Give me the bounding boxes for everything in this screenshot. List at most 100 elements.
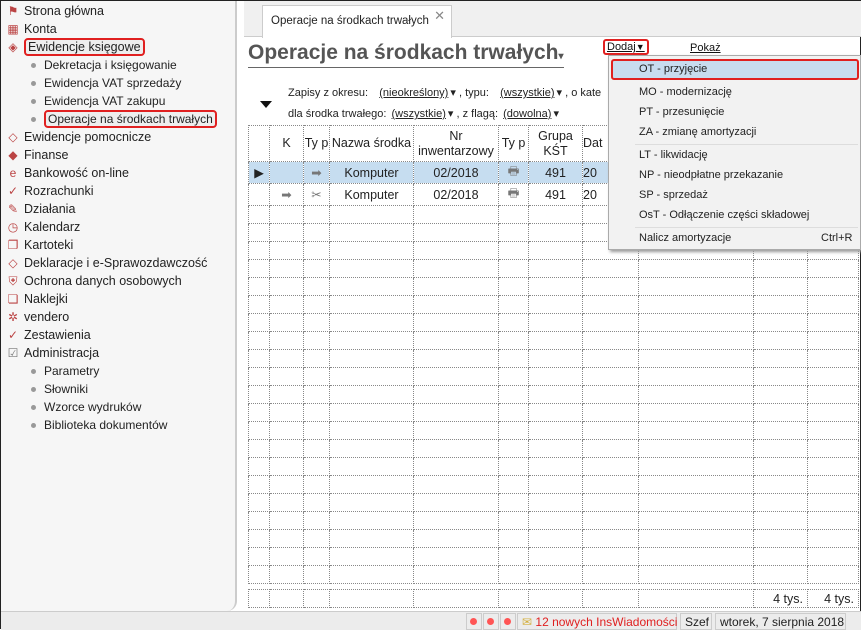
nav-label: Dekretacja i księgowanie [44,58,177,72]
chevron-down-icon: ▾ [556,87,563,99]
table-cell [413,457,499,476]
table-cell [638,349,754,368]
table-row[interactable] [248,259,859,278]
total-cell [329,589,414,608]
col-typ2[interactable]: Ty p [498,125,529,162]
table-row[interactable] [248,385,859,404]
table-row[interactable] [248,511,859,530]
nav-vat-zakupu[interactable]: Ewidencja VAT zakupu [31,92,165,110]
table-cell [528,439,583,458]
table-cell [807,529,859,548]
tab-operacje[interactable]: Operacje na środkach trwałych ✕ [262,5,452,38]
table-cell [582,493,639,512]
nav-kartoteki[interactable]: ❐ Kartoteki [5,236,74,254]
table-row[interactable] [248,439,859,458]
nav-bankowosc[interactable]: e Bankowość on-line [5,164,129,182]
table-cell [638,511,754,530]
chevron-down-icon: ▾ [447,108,454,120]
table-row[interactable] [248,547,859,566]
menu-item-za[interactable]: ZA - zmianę amortyzacji [639,126,756,138]
status-indicator[interactable] [500,613,516,630]
col-nr-inw[interactable]: Nr inwentarzowy [413,125,499,162]
nav-administracja[interactable]: ☑ Administracja [5,344,99,362]
table-row[interactable] [248,313,859,332]
nav-konta[interactable]: ▦ Konta [5,20,56,38]
table-row[interactable] [248,475,859,494]
show-button[interactable]: Pokaż [690,42,721,54]
menu-item-lt[interactable]: LT - likwidację [639,149,708,161]
nav-operacje-srodki-trwale[interactable]: Operacje na środkach trwałych [31,110,217,128]
col-nazwa[interactable]: Nazwa środka [329,125,414,162]
nav-dzialania[interactable]: ✎ Działania [5,200,75,218]
col-k[interactable]: K [269,125,304,162]
nav-wzorce-wydrukow[interactable]: Wzorce wydruków [31,398,141,416]
menu-item-nalicz-amortyzacje[interactable]: Nalicz amortyzacje [639,232,731,244]
nav-label: Finanse [24,148,69,162]
table-row[interactable] [248,367,859,386]
nav-ewidencje-pomocnicze[interactable]: ◇ Ewidencje pomocnicze [5,128,151,146]
nav-deklaracje[interactable]: ◇ Deklaracje i e-Sprawozdawczość [5,254,207,272]
table-cell [248,223,270,242]
table-row[interactable] [248,295,859,314]
table-row[interactable] [248,331,859,350]
menu-item-ot[interactable]: OT - przyjęcie [611,59,859,80]
flag-select[interactable]: (dowolna) [503,108,551,120]
nav-zestawienia[interactable]: ✓ Zestawienia [5,326,91,344]
table-cell [528,511,583,530]
nav-kalendarz[interactable]: ◷ Kalendarz [5,218,81,236]
nav-dekretacja[interactable]: Dekretacja i księgowanie [31,56,177,74]
table-cell [528,277,583,296]
nav-rozrachunki[interactable]: ✓ Rozrachunki [5,182,94,200]
user-label[interactable]: Szef [680,613,712,630]
col-marker[interactable] [248,125,270,162]
table-row[interactable] [248,493,859,512]
col-typ[interactable]: Ty p [303,125,330,162]
table-row[interactable] [248,457,859,476]
table-row[interactable] [248,403,859,422]
add-dropdown-button[interactable]: Dodaj▼ [603,39,649,55]
table-cell [329,439,414,458]
menu-separator [635,144,858,145]
col-grupa-kst[interactable]: Grupa KŚT [528,125,583,162]
nav-finanse[interactable]: ◆ Finanse [5,146,68,164]
status-indicator[interactable] [483,613,499,630]
page-title[interactable]: Operacje na środkach trwałych▾ [248,41,564,68]
asset-select[interactable]: (wszystkie) [392,108,446,120]
bullet-icon [31,80,36,86]
table-cell [413,565,499,584]
table-cell [528,403,583,422]
status-indicator[interactable] [466,613,482,630]
collapse-filters-icon[interactable] [260,101,272,108]
table-cell [753,367,808,386]
nav-naklejki[interactable]: ❏ Naklejki [5,290,68,308]
menu-item-sp[interactable]: SP - sprzedaż [639,189,708,201]
table-cell [269,511,304,530]
period-select[interactable]: (nieokreślony) [379,87,448,99]
menu-item-np[interactable]: NP - nieodpłatne przekazanie [639,169,783,181]
table-cell [269,349,304,368]
nav-slowniki[interactable]: Słowniki [31,380,88,398]
tab-bar: Operacje na środkach trwałych ✕ [244,1,861,38]
messages-button[interactable]: ✉ 12 nowych InsWiadomości [517,613,677,630]
table-row[interactable] [248,421,859,440]
table-cell [269,475,304,494]
table-cell [528,241,583,260]
nav-ochrona-danych[interactable]: ⛨ Ochrona danych osobowych [5,272,181,290]
table-row[interactable] [248,529,859,548]
menu-item-pt[interactable]: PT - przesunięcie [639,106,724,118]
table-cell [303,331,330,350]
close-icon[interactable]: ✕ [434,8,445,24]
table-row[interactable] [248,349,859,368]
nav-strona-glowna[interactable]: ⚑ Strona główna [5,2,104,20]
table-row[interactable] [248,565,859,584]
nav-parametry[interactable]: Parametry [31,362,99,380]
table-row[interactable] [248,277,859,296]
nav-ewidencje-ksiegowe[interactable]: ◈ Ewidencje księgowe [5,38,145,56]
type-select[interactable]: (wszystkie) [500,87,554,99]
nav-vendero[interactable]: ✲ vendero [5,308,69,326]
menu-item-ost[interactable]: OsT - Odłączenie części składowej [639,209,809,221]
nav-vat-sprzedazy[interactable]: Ewidencja VAT sprzedaży [31,74,181,92]
menu-item-mo[interactable]: MO - modernizację [639,86,732,98]
table-cell [303,421,330,440]
nav-biblioteka[interactable]: Biblioteka dokumentów [31,416,167,434]
